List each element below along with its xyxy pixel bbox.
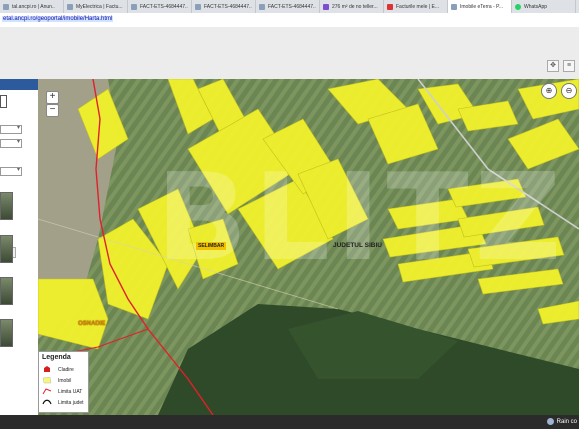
app-header: ✥ ≡ <box>0 27 579 79</box>
legend-item-cladire: Cladire <box>42 366 74 373</box>
legend-title: Legenda <box>42 354 71 361</box>
browser-tab[interactable]: tal.ancpi.ro | Anun.. <box>0 0 64 13</box>
url-text[interactable]: etal.ancpi.ro/geoportal/imobile/Harta.ht… <box>2 16 114 22</box>
left-panel: ascful <box>0 79 39 415</box>
rain-icon <box>546 418 554 425</box>
map-thumbnail[interactable] <box>0 277 13 305</box>
uat-boundary-icon <box>42 388 52 395</box>
map-thumbnail[interactable] <box>0 235 13 263</box>
pan-icon[interactable]: ✥ <box>547 60 559 72</box>
county-label: JUDETUL SIBIU <box>333 242 382 249</box>
map-legend: Legenda Cladire Imobil Limita UAT Limita… <box>38 351 89 413</box>
tab-favicon-icon <box>387 3 393 10</box>
zoom-in-button[interactable]: + <box>46 91 59 104</box>
legend-item-limita-judet: Limita judet <box>42 399 84 406</box>
panel-checkbox[interactable] <box>0 95 7 108</box>
tab-favicon-icon <box>259 3 265 10</box>
address-bar[interactable]: etal.ancpi.ro/geoportal/imobile/Harta.ht… <box>0 13 579 28</box>
browser-tab-strip: tal.ancpi.ro | Anun.. MyElectrica | Fact… <box>0 0 579 13</box>
browser-tab[interactable]: MyElectrica | Factu... <box>64 0 128 13</box>
os-taskbar: Rain co <box>0 415 579 429</box>
whatsapp-icon <box>515 3 521 10</box>
browser-tab-active[interactable]: Imobile eTerra - P... <box>448 0 512 13</box>
watermark: BLITZ <box>156 149 568 288</box>
magnify-zoom-out-icon[interactable]: ⊖ <box>561 83 577 99</box>
tab-favicon-icon <box>67 3 73 10</box>
panel-select-2[interactable] <box>0 138 22 148</box>
weather-widget[interactable]: Rain co <box>546 418 577 425</box>
browser-tab[interactable]: 276 m² de no teller... <box>320 0 384 13</box>
browser-tab[interactable]: WhatsApp <box>512 0 576 13</box>
panel-header <box>0 79 38 90</box>
zoom-out-button[interactable]: − <box>46 104 59 117</box>
building-icon <box>42 366 52 373</box>
panel-select-1[interactable] <box>0 124 22 134</box>
map-thumbnail[interactable] <box>0 192 13 220</box>
map-thumbnail[interactable] <box>0 319 13 347</box>
magnify-zoom-in-icon[interactable]: ⊕ <box>541 83 557 99</box>
header-toolbar: ✥ ≡ <box>547 60 575 72</box>
legend-item-limita-uat: Limita UAT <box>42 388 82 395</box>
layers-icon[interactable]: ≡ <box>563 60 575 72</box>
parcel-icon <box>42 376 52 384</box>
browser-tab[interactable]: FACT-ETS-4684447... <box>128 0 192 13</box>
tab-favicon-icon <box>131 3 137 10</box>
map-view[interactable]: BLITZ + − ⊕ ⊖ SELIMBAR OSNADIE JUDETUL S… <box>38 79 579 415</box>
county-boundary-icon <box>42 399 52 406</box>
place-label-osnadie: OSNADIE <box>78 321 106 327</box>
place-label-selimbar: SELIMBAR <box>196 242 227 250</box>
browser-tab[interactable]: FACT-ETS-4684447... <box>256 0 320 13</box>
tab-favicon-icon <box>323 3 329 10</box>
browser-tab[interactable]: FACT-ETS-4684447... <box>192 0 256 13</box>
tab-favicon-icon <box>195 3 201 10</box>
legend-item-imobil: Imobil <box>42 376 71 384</box>
tab-favicon-icon <box>3 3 9 10</box>
browser-tab[interactable]: Facturile mele | E... <box>384 0 448 13</box>
tab-favicon-icon <box>451 3 457 10</box>
panel-select-3[interactable] <box>0 166 22 176</box>
